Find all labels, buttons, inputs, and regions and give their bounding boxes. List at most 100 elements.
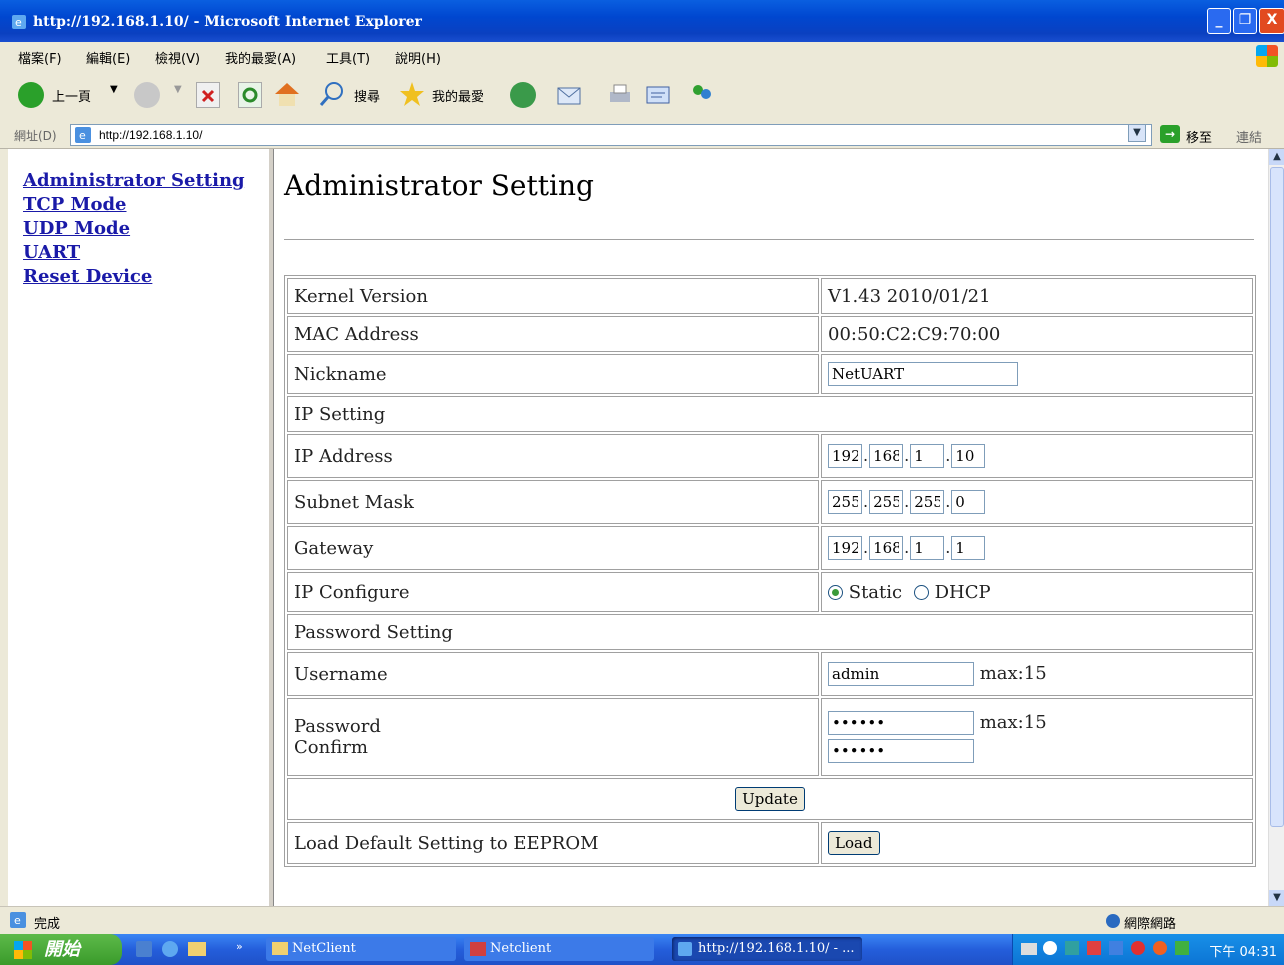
network-icon[interactable] [1065, 941, 1079, 955]
quicklaunch-folder-icon[interactable] [188, 942, 206, 956]
task-label: NetClient [292, 941, 356, 956]
scroll-thumb[interactable] [1270, 167, 1284, 827]
static-radio[interactable] [828, 585, 843, 600]
menu-edit[interactable]: 編輯(E) [86, 48, 130, 67]
subnet-octet-2-field[interactable] [869, 490, 904, 514]
forward-arrow-icon[interactable] [134, 82, 160, 108]
clock: 下午 04:31 [1209, 945, 1277, 960]
address-input[interactable]: e http://192.168.1.10/ [70, 124, 1152, 146]
nickname-field[interactable] [828, 362, 1018, 386]
svg-text:e: e [14, 914, 21, 927]
quicklaunch-ie-icon[interactable] [162, 941, 178, 957]
nav-link-udp-mode[interactable]: UDP Mode [23, 217, 245, 241]
messenger-icon[interactable] [688, 82, 716, 108]
search-icon[interactable] [318, 80, 346, 108]
menu-help[interactable]: 說明(H) [395, 48, 441, 67]
scroll-down-icon[interactable]: ▼ [1269, 890, 1284, 906]
page-title: Administrator Setting [284, 169, 594, 202]
history-icon[interactable] [510, 82, 536, 108]
static-radio-label: Static [848, 581, 903, 603]
gateway-octet-3-field[interactable] [910, 536, 945, 560]
menu-file[interactable]: 檔案(F) [18, 48, 62, 67]
ip-octet-3-field[interactable] [910, 444, 945, 468]
search-button-label[interactable]: 搜尋 [354, 86, 380, 105]
password-field[interactable] [828, 711, 974, 735]
dhcp-radio[interactable] [913, 585, 929, 600]
favorites-star-icon[interactable] [398, 80, 426, 108]
security-icon[interactable] [1087, 941, 1101, 955]
gateway-octet-1-field[interactable] [828, 536, 862, 560]
task-netclient-folder[interactable]: NetClient [266, 937, 456, 961]
vertical-scrollbar[interactable]: ▲ ▼ [1268, 149, 1284, 906]
address-url: http://192.168.1.10/ [99, 128, 203, 142]
confirm-label: Confirm [294, 737, 368, 758]
stop-icon[interactable] [196, 82, 220, 108]
ip-octet-2-field[interactable] [869, 444, 904, 468]
ip-octet-1-field[interactable] [828, 444, 862, 468]
svg-text:e: e [79, 129, 86, 142]
edit-icon[interactable] [644, 82, 672, 108]
show-desktop-icon[interactable] [136, 941, 152, 957]
page-done-icon: e [10, 912, 26, 928]
home-icon[interactable] [272, 80, 302, 108]
print-icon[interactable] [606, 82, 634, 108]
table-row: Password Setting [287, 614, 1253, 650]
internet-zone-icon [1106, 914, 1120, 928]
menu-favorites[interactable]: 我的最愛(A) [225, 48, 296, 67]
go-arrow-icon[interactable]: → [1160, 125, 1180, 143]
security-zone: 網際網路 [1124, 917, 1177, 932]
back-button-label[interactable]: 上一頁 [52, 86, 91, 105]
ip-octet-4-field[interactable] [951, 444, 986, 468]
nav-link-administrator-setting[interactable]: Administrator Setting [23, 169, 245, 193]
keyboard-icon[interactable] [1021, 943, 1037, 955]
password-max-hint: max:15 [979, 712, 1047, 733]
load-button[interactable]: Load [828, 831, 880, 855]
subnet-octet-3-field[interactable] [910, 490, 945, 514]
username-label: Username [287, 652, 819, 696]
menu-bar: 檔案(F) 編輯(E) 檢視(V) 我的最愛(A) 工具(T) 說明(H) [0, 42, 1284, 71]
tray-app-icon[interactable] [1175, 941, 1189, 955]
username-field[interactable] [828, 662, 974, 686]
maximize-button[interactable]: ❐ [1233, 8, 1257, 34]
forward-dropdown-icon[interactable]: ▼ [174, 84, 182, 95]
table-row: IP Address ... [287, 434, 1253, 478]
address-dropdown-icon[interactable]: ▼ [1128, 124, 1146, 142]
minimize-button[interactable]: _ [1207, 8, 1231, 34]
subnet-octet-4-field[interactable] [951, 490, 986, 514]
nav-link-uart[interactable]: UART [23, 241, 245, 265]
mac-address-label: MAC Address [287, 316, 819, 352]
main-frame: Administrator Setting Kernel Version V1.… [274, 149, 1268, 906]
gateway-octet-4-field[interactable] [951, 536, 986, 560]
start-label: 開始 [44, 939, 80, 960]
close-button[interactable]: X [1259, 8, 1284, 34]
monitor-icon[interactable] [1109, 941, 1123, 955]
links-label[interactable]: 連結 [1236, 127, 1262, 146]
window-titlebar[interactable]: e http://192.168.1.10/ - Microsoft Inter… [0, 0, 1284, 42]
back-arrow-icon[interactable] [18, 82, 44, 108]
go-button-label[interactable]: 移至 [1186, 127, 1212, 146]
update-button[interactable]: Update [735, 787, 805, 811]
back-dropdown-icon[interactable]: ▼ [110, 84, 118, 95]
password-label: Password [294, 716, 381, 737]
menu-tools[interactable]: 工具(T) [326, 48, 370, 67]
refresh-icon[interactable] [238, 82, 262, 108]
start-button[interactable]: 開始 [0, 934, 122, 965]
tray-expand-icon[interactable] [1043, 941, 1057, 955]
windows-logo-icon [1256, 45, 1278, 67]
nav-link-reset-device[interactable]: Reset Device [23, 265, 245, 289]
nav-link-tcp-mode[interactable]: TCP Mode [23, 193, 245, 217]
subnet-octet-1-field[interactable] [828, 490, 862, 514]
gateway-octet-2-field[interactable] [869, 536, 904, 560]
shield-icon[interactable] [1153, 941, 1167, 955]
quicklaunch-more-icon[interactable]: » [236, 940, 243, 953]
task-ie-window[interactable]: http://192.168.1.10/ - ... [672, 937, 862, 961]
scroll-up-icon[interactable]: ▲ [1269, 149, 1284, 165]
taskbar: 開始 » NetClient Netclient http://192.168.… [0, 934, 1284, 965]
favorites-button-label[interactable]: 我的最愛 [432, 86, 484, 105]
mail-icon[interactable] [556, 82, 584, 108]
menu-view[interactable]: 檢視(V) [155, 48, 200, 67]
antivirus-icon[interactable] [1131, 941, 1145, 955]
confirm-password-field[interactable] [828, 739, 974, 763]
window-title: http://192.168.1.10/ - Microsoft Interne… [33, 14, 422, 30]
task-netclient-app[interactable]: Netclient [464, 937, 654, 961]
